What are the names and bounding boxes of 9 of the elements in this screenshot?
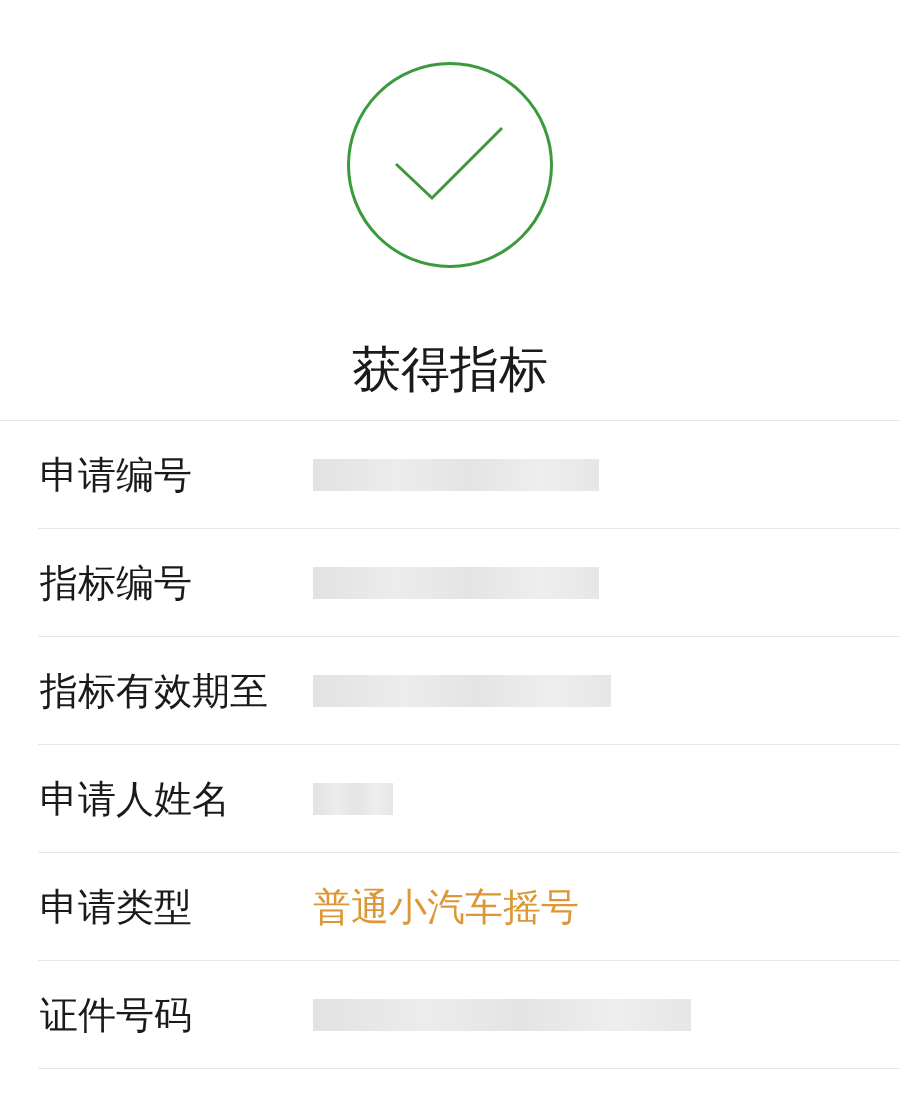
field-label: 申请编号	[39, 451, 192, 498]
field-label: 申请类型	[39, 883, 192, 930]
status-title: 获得指标	[352, 340, 548, 399]
success-check-icon	[347, 62, 553, 268]
application-type-value: 普通小汽车摇号	[313, 883, 579, 930]
field-label: 申请人姓名	[39, 775, 230, 822]
field-label: 指标编号	[39, 559, 192, 606]
field-label: 证件号码	[39, 991, 192, 1038]
field-label: 指标有效期至	[39, 667, 268, 714]
